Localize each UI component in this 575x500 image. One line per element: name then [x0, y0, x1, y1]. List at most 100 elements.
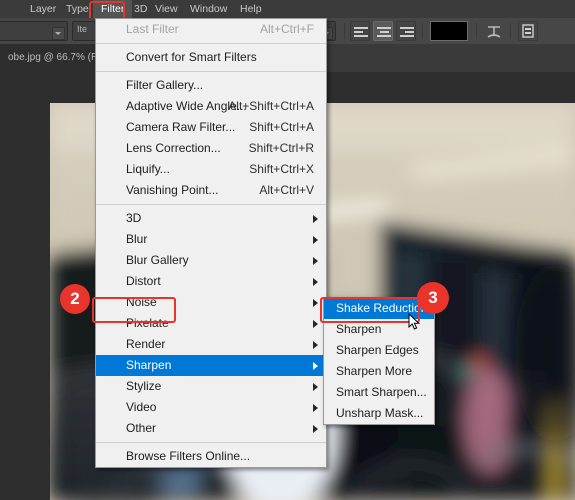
toolbar-divider-1: [344, 23, 345, 39]
panels-icon: [522, 24, 534, 38]
menu-item-accel: Shift+Ctrl+X: [249, 162, 314, 176]
align-right-button[interactable]: [396, 21, 416, 41]
step-badge-2: 2: [60, 284, 90, 314]
menu-type[interactable]: Type: [66, 0, 89, 18]
warp-text-button[interactable]: [484, 21, 504, 41]
align-center-button[interactable]: [373, 21, 393, 41]
submenu-item-smart-sharpen[interactable]: Smart Sharpen...: [324, 382, 434, 403]
submenu-item-sharpen-edges[interactable]: Sharpen Edges: [324, 340, 434, 361]
chevron-right-icon: [313, 383, 318, 391]
align-center-icon: [377, 26, 391, 38]
menu-filter[interactable]: Filter: [93, 0, 133, 18]
menu-item-adaptive-wide-angle[interactable]: Adaptive Wide Angle... Alt+Shift+Ctrl+A: [96, 96, 326, 117]
menu-item-other[interactable]: Other: [96, 418, 326, 439]
filter-dropdown-menu: Last Filter Alt+Ctrl+F Convert for Smart…: [95, 18, 327, 468]
menu-item-last-filter[interactable]: Last Filter Alt+Ctrl+F: [96, 19, 326, 40]
align-left-button[interactable]: [350, 21, 370, 41]
chevron-down-icon: [52, 27, 65, 40]
menu-item-blur-gallery[interactable]: Blur Gallery: [96, 250, 326, 271]
toolbar-divider-3: [476, 23, 477, 39]
chevron-right-icon: [313, 425, 318, 433]
menu-item-accel: Alt+Ctrl+F: [259, 22, 314, 36]
menu-item-label: Vanishing Point...: [126, 183, 219, 197]
menu-item-stylize[interactable]: Stylize: [96, 376, 326, 397]
chevron-right-icon: [313, 215, 318, 223]
mouse-cursor: [408, 313, 421, 330]
chevron-right-icon: [313, 236, 318, 244]
menu-item-vanishing-point[interactable]: Vanishing Point... Alt+Ctrl+V: [96, 180, 326, 201]
menu-item-label: Stylize: [126, 379, 162, 393]
warp-text-icon: [487, 26, 501, 38]
menu-item-label: Lens Correction...: [126, 141, 221, 155]
submenu-item-label: Smart Sharpen...: [336, 385, 427, 399]
toggle-panels-button[interactable]: [518, 21, 538, 41]
menu-item-label: Blur: [126, 232, 148, 246]
chevron-right-icon: [313, 404, 318, 412]
chevron-right-icon: [313, 320, 318, 328]
menu-item-label: Render: [126, 337, 166, 351]
size-value: Ite: [77, 24, 88, 34]
menu-divider-3: [96, 204, 326, 205]
menu-item-label: Distort: [126, 274, 161, 288]
align-right-icon: [400, 26, 414, 38]
menu-item-label: Browse Filters Online...: [126, 449, 251, 463]
menu-item-label: Other: [126, 421, 157, 435]
menu-item-browse-filters-online[interactable]: Browse Filters Online...: [96, 446, 326, 467]
menu-item-accel: Shift+Ctrl+A: [249, 120, 314, 134]
chevron-right-icon: [313, 362, 318, 370]
menu-item-distort[interactable]: Distort: [96, 271, 326, 292]
toolbar-divider-2: [422, 23, 423, 39]
chevron-right-icon: [313, 257, 318, 265]
menu-item-camera-raw-filter[interactable]: Camera Raw Filter... Shift+Ctrl+A: [96, 117, 326, 138]
toolbar-divider-4: [510, 23, 511, 39]
menu-view[interactable]: View: [155, 0, 178, 18]
menu-item-label: 3D: [126, 211, 142, 225]
menu-help[interactable]: Help: [240, 0, 262, 18]
submenu-item-label: Sharpen More: [336, 364, 413, 378]
menu-item-render[interactable]: Render: [96, 334, 326, 355]
photoshop-window: Layer Type Select Filter 3D View Window …: [0, 0, 575, 500]
menu-item-label: Filter Gallery...: [126, 78, 204, 92]
chevron-right-icon: [313, 278, 318, 286]
chevron-right-icon: [313, 341, 318, 349]
menu-divider-1: [96, 43, 326, 44]
menu-item-3d[interactable]: 3D: [96, 208, 326, 229]
submenu-item-sharpen-more[interactable]: Sharpen More: [324, 361, 434, 382]
menu-3d[interactable]: 3D: [134, 0, 147, 18]
menu-item-label: Camera Raw Filter...: [126, 120, 236, 134]
menu-divider-2: [96, 71, 326, 72]
menu-divider-4: [96, 442, 326, 443]
menu-item-liquify[interactable]: Liquify... Shift+Ctrl+X: [96, 159, 326, 180]
submenu-item-unsharp-mask[interactable]: Unsharp Mask...: [324, 403, 434, 424]
menu-window[interactable]: Window: [190, 0, 227, 18]
menu-item-filter-gallery[interactable]: Filter Gallery...: [96, 75, 326, 96]
font-style-combo[interactable]: a: [0, 21, 68, 41]
menu-item-accel: Alt+Shift+Ctrl+A: [228, 99, 314, 113]
menu-item-label: Convert for Smart Filters: [126, 50, 257, 64]
submenu-item-label: Sharpen Edges: [336, 343, 419, 357]
menu-item-label: Video: [126, 400, 157, 414]
menu-item-label: Noise: [126, 295, 157, 309]
menu-bar: Layer Type Select Filter 3D View Window …: [0, 0, 575, 18]
submenu-item-label: Sharpen: [336, 322, 382, 336]
menu-item-lens-correction[interactable]: Lens Correction... Shift+Ctrl+R: [96, 138, 326, 159]
menu-item-accel: Shift+Ctrl+R: [248, 141, 314, 155]
step-badge-3: 3: [417, 282, 449, 314]
chevron-right-icon: [313, 299, 318, 307]
menu-item-video[interactable]: Video: [96, 397, 326, 418]
submenu-item-label: Unsharp Mask...: [336, 406, 424, 420]
menu-item-label: Liquify...: [126, 162, 170, 176]
text-color-swatch[interactable]: [430, 21, 468, 41]
menu-item-sharpen[interactable]: Sharpen: [96, 355, 326, 376]
menu-layer[interactable]: Layer: [30, 0, 56, 18]
menu-item-label: Last Filter: [126, 22, 179, 36]
menu-item-noise[interactable]: Noise: [96, 292, 326, 313]
menu-item-pixelate[interactable]: Pixelate: [96, 313, 326, 334]
menu-item-label: Pixelate: [126, 316, 169, 330]
menu-item-accel: Alt+Ctrl+V: [259, 183, 314, 197]
menu-item-label: Sharpen: [126, 358, 172, 372]
menu-item-label: Blur Gallery: [126, 253, 189, 267]
menu-item-blur[interactable]: Blur: [96, 229, 326, 250]
menu-item-convert-smart-filters[interactable]: Convert for Smart Filters: [96, 47, 326, 68]
align-left-icon: [354, 26, 368, 38]
